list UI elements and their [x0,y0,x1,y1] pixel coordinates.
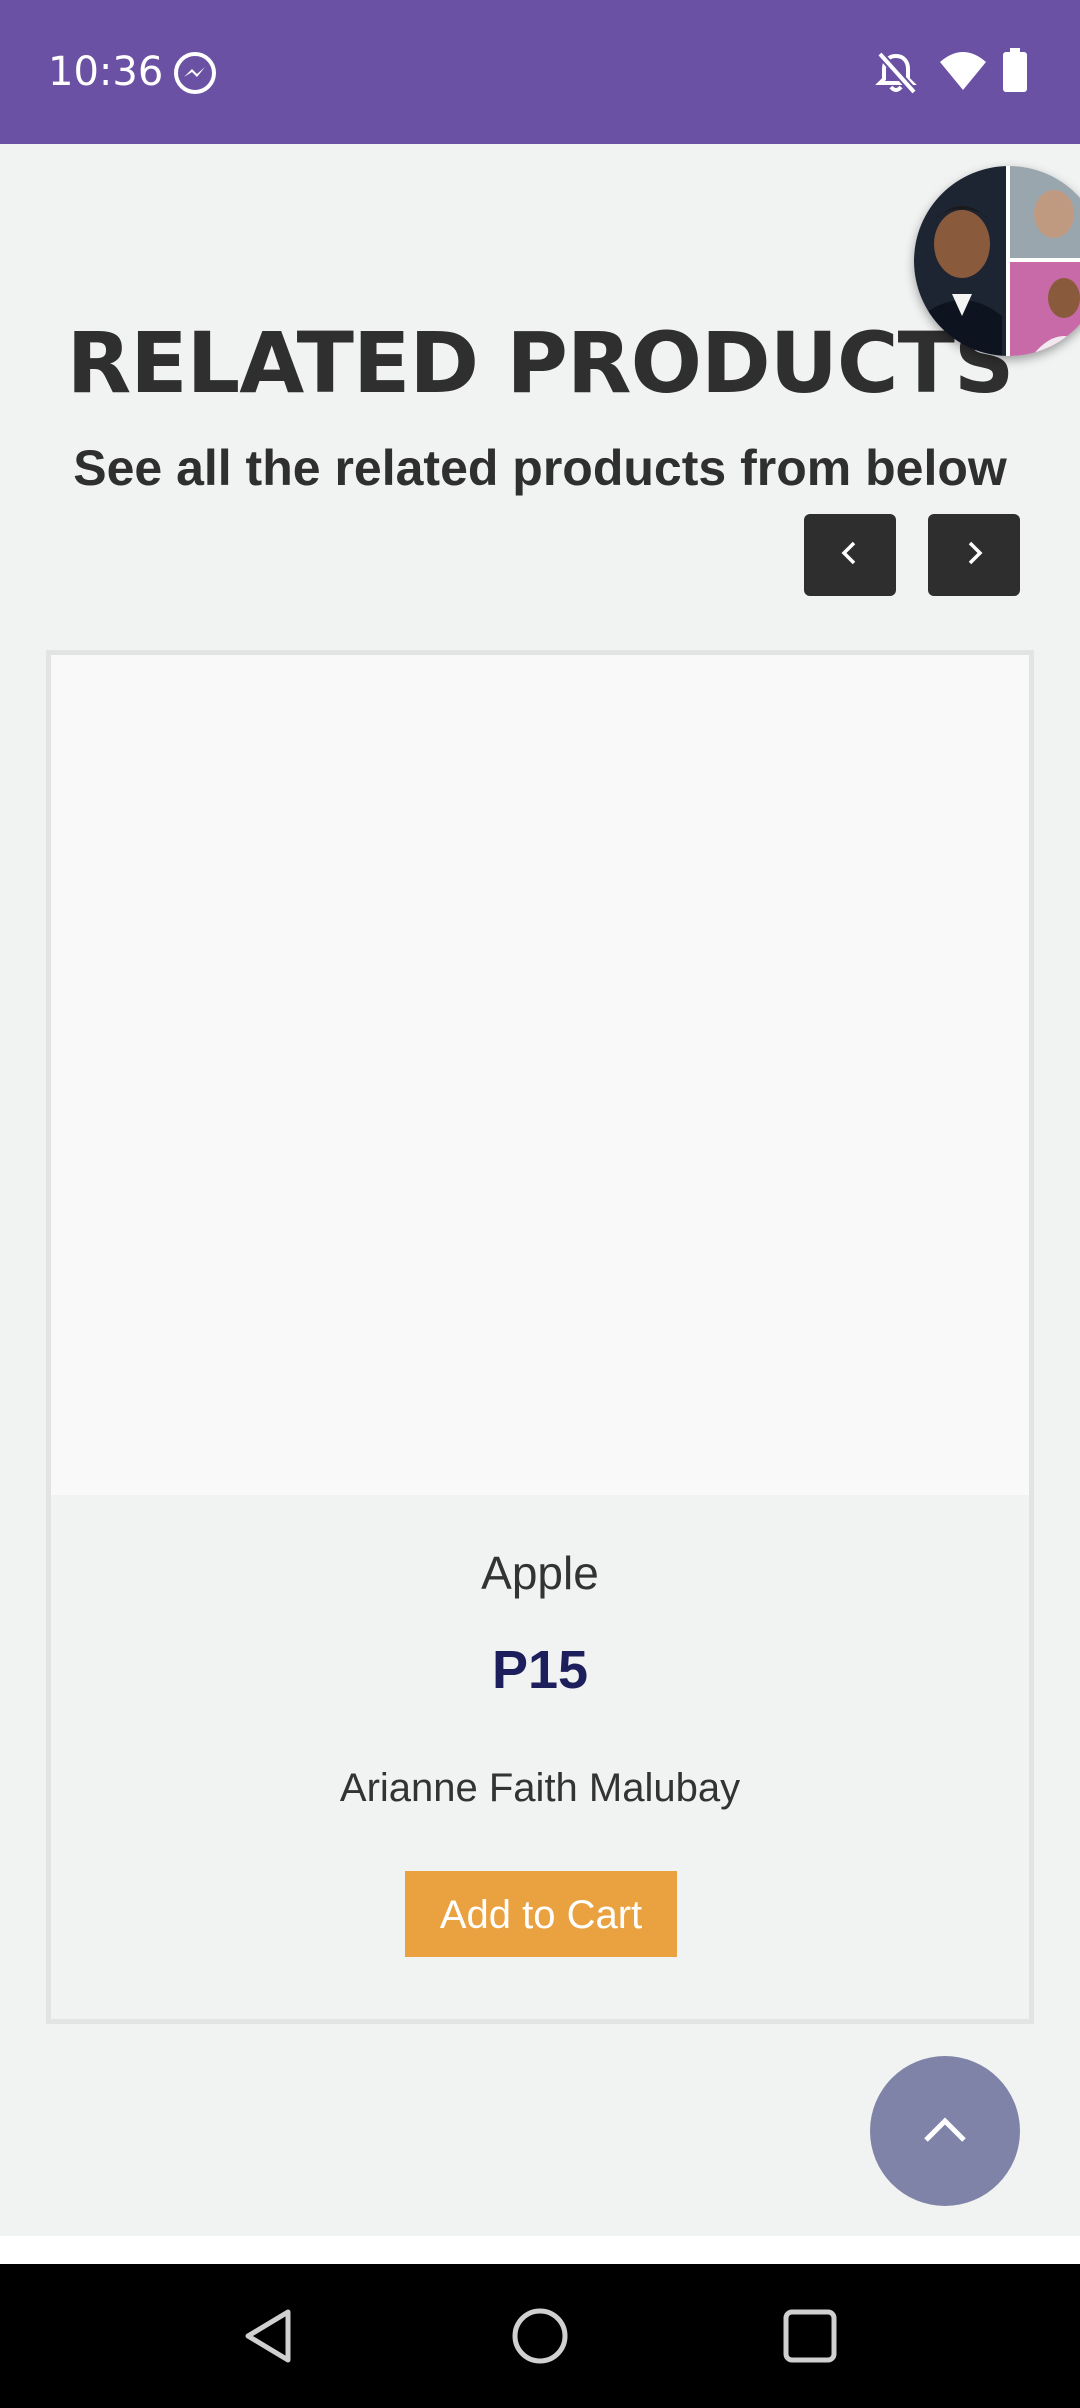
section-title: RELATED PRODUCTS [66,314,1015,412]
battery-icon [1002,48,1028,97]
chevron-up-icon [918,2102,972,2161]
notifications-off-icon [874,50,918,101]
chevron-left-icon [835,538,865,573]
back-icon[interactable] [240,2306,296,2371]
scroll-to-top-button[interactable] [870,2056,1020,2206]
product-card: Apple P15 Arianne Faith Malubay Add to C… [46,650,1034,2024]
carousel-next-button[interactable] [928,514,1020,596]
product-price: P15 [491,1640,589,1700]
section-subtitle: See all the related products from below [73,440,1007,496]
product-name[interactable]: Apple [51,1545,1029,1601]
carousel-prev-button[interactable] [804,514,896,596]
messenger-icon [172,50,218,101]
add-to-cart-button[interactable]: Add to Cart [405,1871,677,1957]
footer-strip [0,2236,1080,2264]
status-bar: 10:36 [0,0,1080,144]
home-icon[interactable] [510,2306,570,2371]
product-seller: Arianne Faith Malubay [339,1766,741,1810]
chevron-right-icon [959,538,989,573]
status-time: 10:36 [48,49,164,95]
product-image[interactable] [51,655,1029,1495]
wifi-icon [938,50,988,97]
system-navigation-bar [0,2264,1080,2408]
recents-icon[interactable] [782,2308,838,2369]
